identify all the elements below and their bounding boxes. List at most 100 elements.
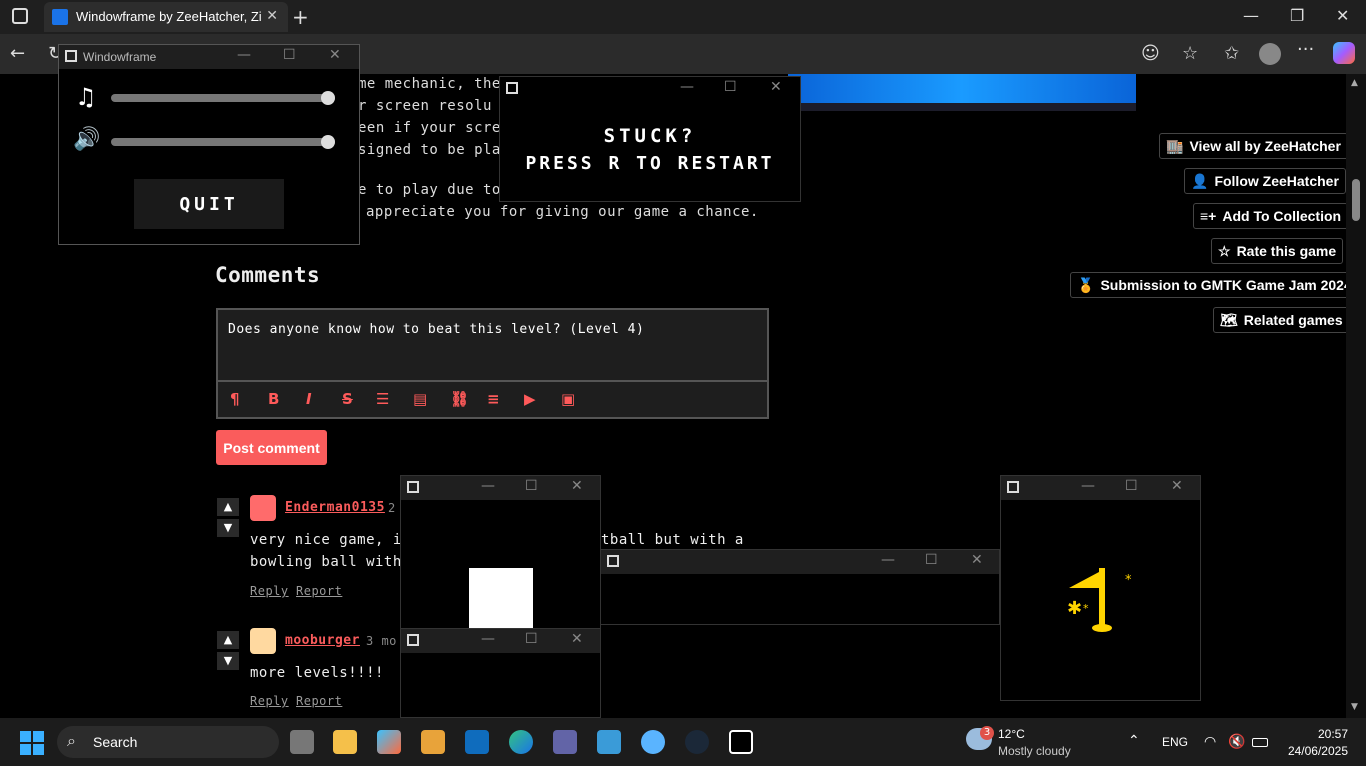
bold-button[interactable]: B — [268, 390, 279, 408]
minimize-icon[interactable]: — — [680, 79, 694, 95]
italic-button[interactable]: I — [306, 390, 312, 408]
paint-icon[interactable] — [641, 730, 665, 754]
stuck-title-bar[interactable]: — ☐ ✕ — [500, 77, 800, 101]
maximize-icon[interactable]: ☐ — [1125, 478, 1138, 494]
game-screenshot[interactable] — [788, 74, 1136, 111]
profile-avatar[interactable] — [1259, 43, 1281, 65]
post-comment-button[interactable]: Post comment — [216, 430, 327, 465]
teams-icon[interactable] — [553, 730, 577, 754]
start-button[interactable] — [20, 731, 44, 755]
rate-game-button[interactable]: ☆ Rate this game — [1211, 238, 1344, 264]
bullet-list-button[interactable]: ☰ — [376, 390, 389, 408]
quit-button[interactable]: QUIT — [134, 179, 284, 229]
back-button[interactable]: ← — [10, 43, 25, 64]
link-button[interactable]: ⛓ — [450, 390, 469, 408]
strikethrough-button[interactable]: S — [342, 390, 353, 408]
read-aloud-icon[interactable]: ☺ — [1141, 43, 1160, 64]
window-minimize-button[interactable]: — — [1243, 6, 1259, 25]
maximize-icon[interactable]: ☐ — [525, 631, 538, 647]
taskbar-search[interactable]: ⌕ Search — [57, 726, 279, 758]
comment-username[interactable]: Enderman0135 — [285, 500, 385, 515]
align-button[interactable]: ≡ — [487, 390, 500, 408]
player-title-bar[interactable]: — ☐ ✕ — [401, 476, 600, 500]
maximize-icon[interactable]: ☐ — [724, 79, 737, 95]
player-window[interactable]: — ☐ ✕ — [400, 475, 601, 635]
scroll-down-icon[interactable]: ▼ — [1351, 702, 1358, 712]
close-icon[interactable]: ✕ — [571, 631, 583, 647]
minimize-icon[interactable]: — — [481, 478, 495, 494]
goal-window[interactable]: — ☐ ✕ ✱ * * — [1000, 475, 1201, 701]
maximize-icon[interactable]: ☐ — [925, 552, 938, 568]
settings-window[interactable]: Windowframe — ☐ ✕ ♫ 🔊 QUIT — [58, 44, 360, 245]
close-icon[interactable]: ✕ — [1171, 478, 1183, 494]
more-menu-button[interactable]: ··· — [1297, 39, 1314, 60]
favorites-icon[interactable]: ✩ — [1224, 43, 1239, 64]
language-indicator[interactable]: ENG — [1162, 735, 1188, 749]
maximize-icon[interactable]: ☐ — [525, 478, 538, 494]
lower-window[interactable]: — ☐ ✕ — [400, 628, 601, 718]
comment-input[interactable]: Does anyone know how to beat this level?… — [228, 322, 644, 337]
table-button[interactable]: ▤ — [413, 390, 427, 408]
battery-icon[interactable] — [1252, 738, 1268, 747]
reply-link[interactable]: Reply — [250, 694, 289, 708]
steam-icon[interactable] — [685, 730, 709, 754]
stuck-window[interactable]: — ☐ ✕ STUCK? PRESS R TO RESTART — [499, 76, 801, 202]
outlook-icon[interactable] — [465, 730, 489, 754]
scroll-up-icon[interactable]: ▲ — [1351, 78, 1358, 88]
music-volume-slider[interactable] — [111, 91, 335, 105]
edge-icon[interactable] — [509, 730, 533, 754]
music-slider-knob[interactable] — [321, 91, 335, 105]
add-to-collection-button[interactable]: ≡+ Add To Collection — [1193, 203, 1346, 229]
lower-title-bar[interactable]: — ☐ ✕ — [401, 629, 600, 653]
settings-title-bar[interactable]: Windowframe — ☐ ✕ — [59, 45, 359, 69]
reply-link[interactable]: Reply — [250, 584, 289, 598]
comment-username[interactable]: mooburger — [285, 633, 360, 648]
favorite-star-icon[interactable]: ☆ — [1182, 43, 1198, 64]
volume-muted-icon[interactable]: 🔇 — [1228, 733, 1245, 750]
comment-editor[interactable]: Does anyone know how to beat this level?… — [216, 308, 769, 419]
sfx-slider-knob[interactable] — [321, 135, 335, 149]
copilot-icon[interactable] — [1333, 42, 1355, 64]
window-maximize-button[interactable]: ❐ — [1290, 6, 1304, 25]
clock-date[interactable]: 24/06/2025 — [1282, 744, 1348, 758]
submission-button[interactable]: 🏅 Submission to GMTK Game Jam 2024 — [1070, 272, 1346, 298]
sfx-volume-slider[interactable] — [111, 135, 335, 149]
minimize-icon[interactable]: — — [237, 47, 251, 63]
sidebar-toggle-icon[interactable] — [12, 8, 28, 24]
new-tab-button[interactable]: + — [292, 5, 309, 29]
goal-title-bar[interactable]: — ☐ ✕ — [1001, 476, 1200, 500]
report-link[interactable]: Report — [296, 694, 342, 708]
tab-windowframe[interactable]: Windowframe by ZeeHatcher, Zin ✕ — [44, 2, 288, 32]
image-button[interactable]: ▣ — [561, 390, 575, 408]
related-games-button[interactable]: 🗺 Related games — [1213, 307, 1346, 333]
close-icon[interactable]: ✕ — [571, 478, 583, 494]
window-close-button[interactable]: ✕ — [1336, 6, 1349, 25]
empty-title-bar[interactable]: — ☐ ✕ — [601, 550, 999, 574]
copilot-app-icon[interactable] — [377, 730, 401, 754]
weather-temp[interactable]: 12°C — [998, 727, 1025, 741]
paragraph-button[interactable]: ¶ — [230, 390, 240, 408]
avatar[interactable] — [250, 628, 276, 654]
close-icon[interactable]: ✕ — [770, 79, 782, 95]
scrollbar-thumb[interactable] — [1352, 179, 1360, 221]
windowframe-game-icon[interactable] — [729, 730, 753, 754]
minimize-icon[interactable]: — — [881, 552, 895, 568]
tab-close-icon[interactable]: ✕ — [266, 8, 278, 24]
task-view-icon[interactable] — [290, 730, 314, 754]
wifi-icon[interactable]: ◠ — [1204, 733, 1216, 750]
close-icon[interactable]: ✕ — [971, 552, 983, 568]
avatar[interactable] — [250, 495, 276, 521]
follow-button[interactable]: 👤 Follow ZeeHatcher — [1184, 168, 1346, 194]
video-button[interactable]: ▶ — [524, 390, 536, 408]
view-all-button[interactable]: 🏬 View all by ZeeHatcher — [1159, 133, 1346, 159]
downvote-button[interactable]: ▼ — [217, 652, 239, 670]
empty-window[interactable]: — ☐ ✕ — [600, 549, 1000, 625]
file-explorer-icon[interactable] — [333, 730, 357, 754]
notepad-icon[interactable] — [597, 730, 621, 754]
report-link[interactable]: Report — [296, 584, 342, 598]
store-icon[interactable] — [421, 730, 445, 754]
minimize-icon[interactable]: — — [1081, 478, 1095, 494]
close-icon[interactable]: ✕ — [329, 47, 341, 63]
maximize-icon[interactable]: ☐ — [283, 47, 296, 63]
downvote-button[interactable]: ▼ — [217, 519, 239, 537]
